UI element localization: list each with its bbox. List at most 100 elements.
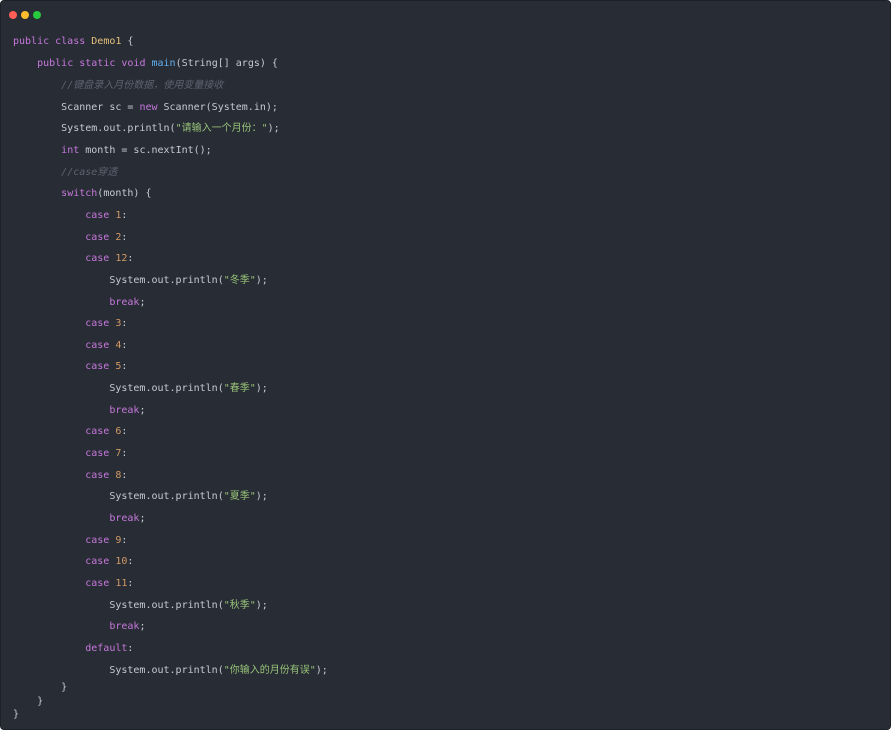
code-token: case [85, 232, 116, 243]
code-line: case 7: [13, 447, 127, 461]
code-token: ); [267, 123, 280, 134]
code-token: : [127, 556, 134, 567]
code-token: : [127, 578, 134, 589]
code-token: { [121, 36, 134, 47]
code-token: int [61, 145, 80, 156]
code-line: public class Demo1 { [13, 35, 133, 49]
code-token: } [13, 709, 20, 720]
code-token: System.out.println( [13, 491, 224, 502]
close-dot-icon[interactable] [9, 11, 17, 19]
code-token: : [121, 232, 128, 243]
code-line: case 1: [13, 209, 127, 223]
code-token: System.out.println( [13, 383, 224, 394]
code-token: case [85, 426, 116, 437]
code-line: case 5: [13, 360, 127, 374]
code-line: default: [13, 642, 133, 656]
code-token: case [85, 318, 116, 329]
code-token: "夏季" [223, 491, 256, 502]
code-line: case 3: [13, 317, 127, 331]
code-line: case 8: [13, 469, 127, 483]
code-token: "冬季" [223, 275, 256, 286]
code-token: ); [255, 383, 268, 394]
code-token: break [109, 621, 140, 632]
code-line: System.out.println("你输入的月份有误"); [13, 664, 328, 678]
code-token: case [85, 253, 116, 264]
code-token: public static void [37, 58, 152, 69]
code-line: break; [13, 296, 145, 310]
window-controls [9, 11, 41, 19]
code-line: System.out.println("夏季"); [13, 490, 268, 504]
code-token: : [127, 643, 134, 654]
code-token: default [85, 643, 128, 654]
code-token: 11 [115, 578, 128, 589]
code-line: case 12: [13, 252, 133, 266]
maximize-dot-icon[interactable] [33, 11, 41, 19]
code-token: : [121, 470, 128, 481]
minimize-dot-icon[interactable] [21, 11, 29, 19]
code-line: public static void main(String[] args) { [13, 57, 278, 71]
code-token: : [127, 253, 134, 264]
code-token: System.out.println( [13, 123, 176, 134]
code-token: System.out.println( [13, 600, 224, 611]
code-line: System.out.println("春季"); [13, 382, 268, 396]
code-token: month = sc.nextInt(); [79, 145, 212, 156]
code-token: switch [61, 188, 98, 199]
code-token: case [85, 340, 116, 351]
code-token: case [85, 578, 116, 589]
code-token: "你输入的月份有误" [223, 665, 316, 676]
code-token: ); [255, 600, 268, 611]
code-line: } [13, 695, 43, 709]
code-line: case 11: [13, 577, 133, 591]
code-token: : [121, 535, 128, 546]
code-line: System.out.println("请输入一个月份："); [13, 122, 280, 136]
code-token: case [85, 448, 116, 459]
code-token: break [109, 513, 140, 524]
code-token: : [121, 448, 128, 459]
code-token: new [139, 102, 158, 113]
code-line: break; [13, 512, 145, 526]
code-token: break [109, 405, 140, 416]
code-line: //case穿透 [13, 166, 117, 180]
code-token: Demo1 [91, 36, 122, 47]
code-line: break; [13, 620, 145, 634]
code-line: Scanner sc = new Scanner(System.in); [13, 101, 278, 115]
code-token: ; [139, 405, 146, 416]
code-line: break; [13, 404, 145, 418]
code-token: "请输入一个月份：" [175, 123, 268, 134]
code-line: } [13, 708, 19, 722]
code-line: case 9: [13, 534, 127, 548]
code-token: : [121, 340, 128, 351]
code-token: (month) { [97, 188, 152, 199]
code-token: ; [139, 297, 146, 308]
code-line: } [13, 681, 67, 695]
code-line: switch(month) { [13, 187, 151, 201]
code-token: case [85, 470, 116, 481]
code-line: case 6: [13, 425, 127, 439]
code-token: : [121, 210, 128, 221]
code-token: ); [255, 491, 268, 502]
code-line: System.out.println("秋季"); [13, 599, 268, 613]
code-token: Scanner sc = [13, 102, 140, 113]
code-token: : [121, 318, 128, 329]
code-token: public class [13, 36, 92, 47]
code-token: (String[] args) { [175, 58, 278, 69]
code-token: } [13, 682, 68, 693]
code-token: ); [315, 665, 328, 676]
code-token: 12 [115, 253, 128, 264]
code-line: int month = sc.nextInt(); [13, 144, 212, 158]
code-token: ); [255, 275, 268, 286]
